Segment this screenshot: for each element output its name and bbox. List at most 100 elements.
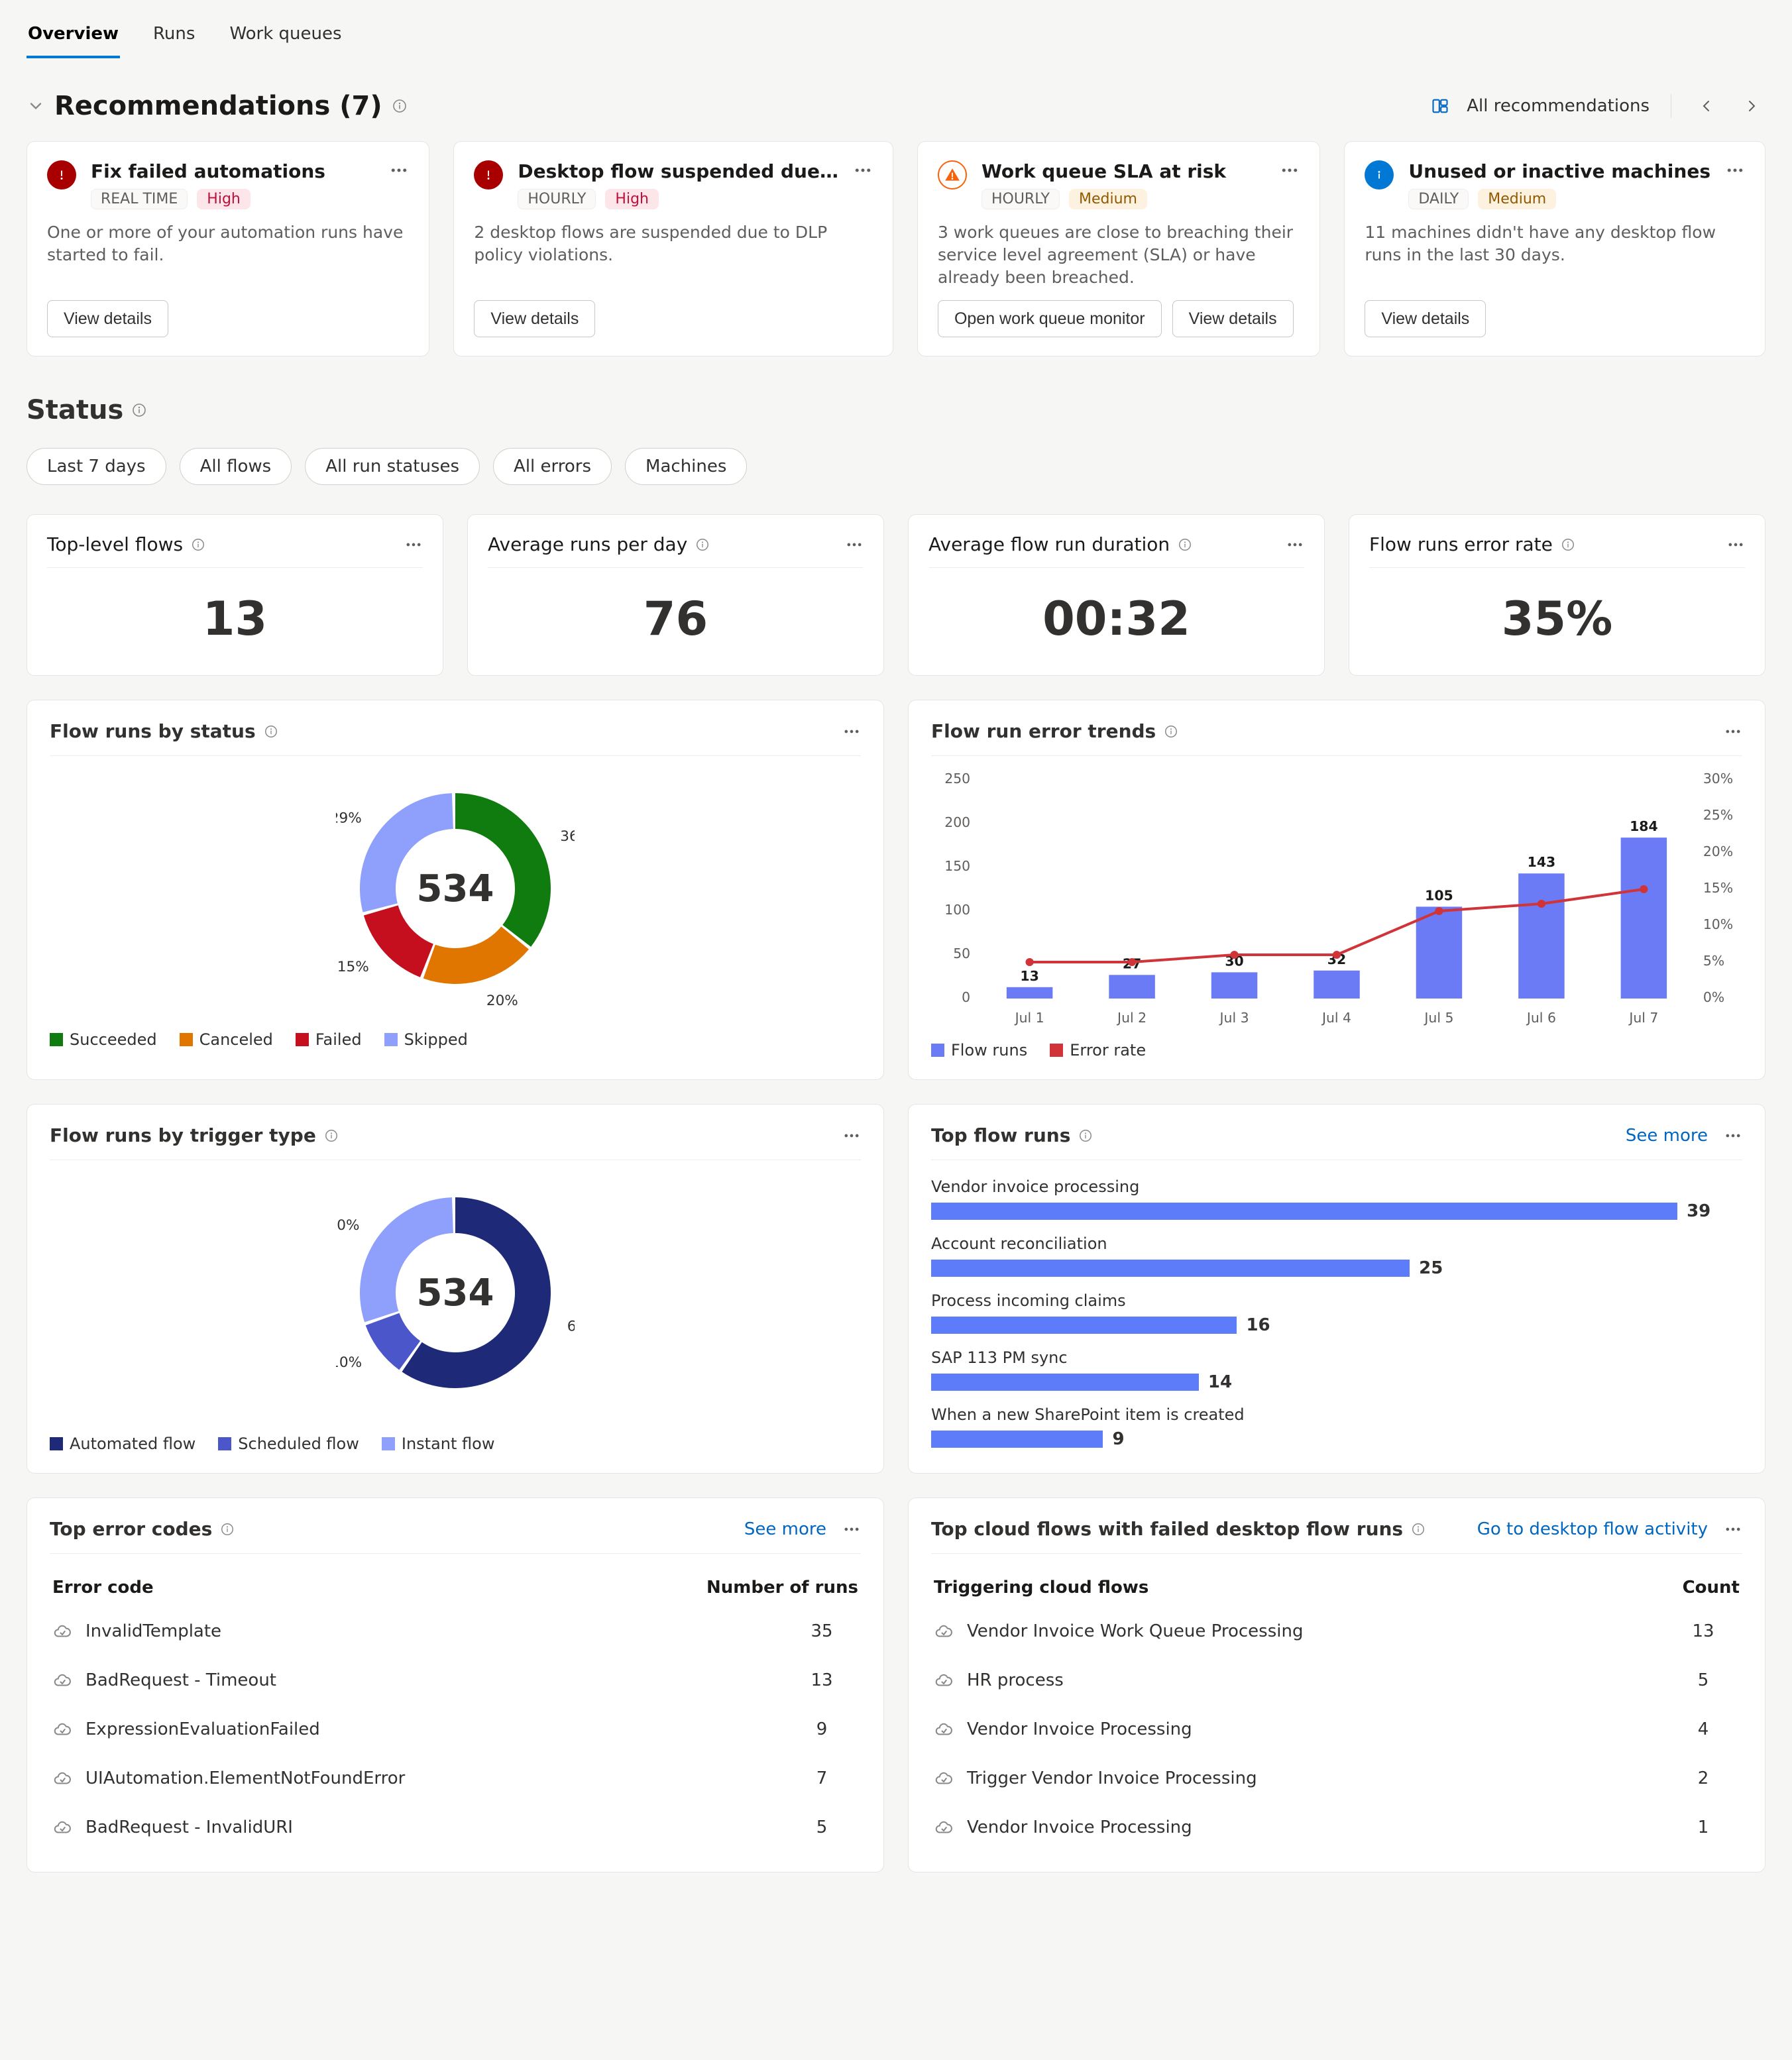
- rec-desc: 11 machines didn't have any desktop flow…: [1365, 221, 1745, 288]
- carousel-prev[interactable]: [1693, 92, 1720, 120]
- svg-text:100: 100: [944, 902, 970, 918]
- info-icon[interactable]: [1078, 1128, 1093, 1143]
- see-more-link[interactable]: See more: [1626, 1126, 1708, 1146]
- donut-status: 36%20%15%29% 534: [50, 756, 861, 1021]
- info-icon[interactable]: [131, 402, 147, 418]
- filter-all-flows[interactable]: All flows: [180, 448, 292, 485]
- cloud-icon: [52, 1817, 72, 1837]
- info-icon[interactable]: [1164, 724, 1178, 739]
- cloud-icon: [52, 1621, 72, 1641]
- info-icon[interactable]: [695, 537, 710, 552]
- svg-text:10%: 10%: [336, 1354, 362, 1371]
- view-details-button[interactable]: View details: [47, 300, 168, 337]
- filter-machines[interactable]: Machines: [625, 448, 747, 485]
- panel-by-trigger: Flow runs by trigger type 60%10%30% 534 …: [27, 1104, 884, 1474]
- table-row[interactable]: Trigger Vendor Invoice Processing2: [931, 1754, 1742, 1803]
- more-icon[interactable]: [1725, 160, 1745, 180]
- more-icon[interactable]: [404, 535, 423, 554]
- svg-text:15%: 15%: [1703, 880, 1733, 896]
- metric-avg-runs: Average runs per day 76: [467, 514, 884, 676]
- table-row[interactable]: Vendor Invoice Processing4: [931, 1705, 1742, 1754]
- see-more-link[interactable]: See more: [744, 1519, 826, 1539]
- info-icon[interactable]: [191, 537, 205, 552]
- carousel-next[interactable]: [1738, 92, 1765, 120]
- view-details-button[interactable]: View details: [1172, 300, 1294, 337]
- info-icon[interactable]: [220, 1522, 235, 1537]
- svg-text:25%: 25%: [1703, 807, 1733, 823]
- table-row[interactable]: BadRequest - InvalidURI5: [50, 1803, 861, 1852]
- filter-run-statuses[interactable]: All run statuses: [305, 448, 480, 485]
- legend-trigger: Automated flowScheduled flowInstant flow: [50, 1435, 861, 1453]
- info-icon[interactable]: [1561, 537, 1575, 552]
- rec-card-inactive[interactable]: Unused or inactive machines DAILY Medium…: [1344, 141, 1765, 356]
- table-row[interactable]: ExpressionEvaluationFailed9: [50, 1705, 861, 1754]
- cloud-icon: [934, 1670, 954, 1690]
- filter-last7[interactable]: Last 7 days: [27, 448, 166, 485]
- info-icon[interactable]: [1411, 1522, 1426, 1537]
- col-cloud-flows: Triggering cloud flows: [934, 1578, 1148, 1598]
- panel-top-cloud-flows: Top cloud flows with failed desktop flow…: [908, 1497, 1765, 1872]
- metric-label: Top-level flows: [47, 533, 183, 555]
- freq-chip: DAILY: [1408, 189, 1469, 209]
- more-icon[interactable]: [842, 1126, 861, 1145]
- more-icon[interactable]: [1286, 535, 1304, 554]
- all-recommendations-link[interactable]: All recommendations: [1467, 96, 1650, 116]
- info-icon[interactable]: [264, 724, 278, 739]
- go-activity-link[interactable]: Go to desktop flow activity: [1477, 1519, 1708, 1539]
- table-row[interactable]: Vendor Invoice Processing1: [931, 1803, 1742, 1852]
- cloud-icon: [52, 1768, 72, 1788]
- more-icon[interactable]: [389, 160, 409, 180]
- tab-runs[interactable]: Runs: [152, 21, 196, 58]
- filter-errors[interactable]: All errors: [493, 448, 612, 485]
- combo-chart: 0501001502002500%5%10%15%20%25%30%13Jul …: [931, 767, 1742, 1032]
- info-icon[interactable]: [392, 98, 408, 114]
- svg-text:36%: 36%: [560, 828, 575, 845]
- donut-trigger: 60%10%30% 534: [50, 1160, 861, 1425]
- table-row[interactable]: InvalidTemplate35: [50, 1607, 861, 1656]
- rec-card-fix-failed[interactable]: Fix failed automations REAL TIME High On…: [27, 141, 429, 356]
- more-icon[interactable]: [1724, 1520, 1742, 1539]
- more-icon[interactable]: [1280, 160, 1300, 180]
- metric-value: 35%: [1369, 568, 1745, 663]
- legend-item: Flow runs: [931, 1041, 1027, 1059]
- rec-card-sla[interactable]: Work queue SLA at risk HOURLY Medium 3 w…: [917, 141, 1320, 356]
- rec-card-dlp[interactable]: Desktop flow suspended due… HOURLY High …: [453, 141, 893, 356]
- more-icon[interactable]: [1724, 722, 1742, 741]
- more-icon[interactable]: [1724, 1126, 1742, 1145]
- more-icon[interactable]: [842, 1520, 861, 1539]
- svg-text:30%: 30%: [336, 1217, 360, 1234]
- cloud-icon: [934, 1768, 954, 1788]
- legend-item: Automated flow: [50, 1435, 196, 1453]
- table-row[interactable]: Vendor Invoice Work Queue Processing13: [931, 1607, 1742, 1656]
- tab-overview[interactable]: Overview: [27, 21, 120, 58]
- table-row[interactable]: HR process5: [931, 1656, 1742, 1705]
- metric-cards: Top-level flows 13 Average runs per day …: [27, 514, 1765, 676]
- legend-item: Scheduled flow: [218, 1435, 359, 1453]
- svg-text:105: 105: [1425, 888, 1453, 904]
- tab-work-queues[interactable]: Work queues: [228, 21, 343, 58]
- info-icon[interactable]: [324, 1128, 339, 1143]
- info-icon[interactable]: [1178, 537, 1192, 552]
- status-title: Status: [27, 395, 123, 425]
- hbar-item: Vendor invoice processing39: [931, 1177, 1742, 1221]
- chevron-down-icon[interactable]: [27, 97, 45, 115]
- metric-value: 13: [47, 568, 423, 663]
- cloud-icon: [934, 1621, 954, 1641]
- table-row[interactable]: BadRequest - Timeout13: [50, 1656, 861, 1705]
- panel-top-flow-runs: Top flow runs See more Vendor invoice pr…: [908, 1104, 1765, 1474]
- svg-text:15%: 15%: [337, 959, 369, 975]
- freq-chip: REAL TIME: [91, 189, 188, 209]
- table-row[interactable]: UIAutomation.ElementNotFoundError7: [50, 1754, 861, 1803]
- more-icon[interactable]: [842, 722, 861, 741]
- svg-text:Jul 7: Jul 7: [1628, 1010, 1658, 1026]
- view-details-button[interactable]: View details: [1365, 300, 1486, 337]
- more-icon[interactable]: [1726, 535, 1745, 554]
- more-icon[interactable]: [845, 535, 864, 554]
- legend-item: Canceled: [180, 1030, 273, 1049]
- svg-text:50: 50: [953, 946, 970, 961]
- view-details-button[interactable]: View details: [474, 300, 595, 337]
- more-icon[interactable]: [853, 160, 873, 180]
- col-runs: Number of runs: [706, 1578, 858, 1598]
- donut-total: 534: [417, 867, 494, 910]
- open-monitor-button[interactable]: Open work queue monitor: [938, 300, 1162, 337]
